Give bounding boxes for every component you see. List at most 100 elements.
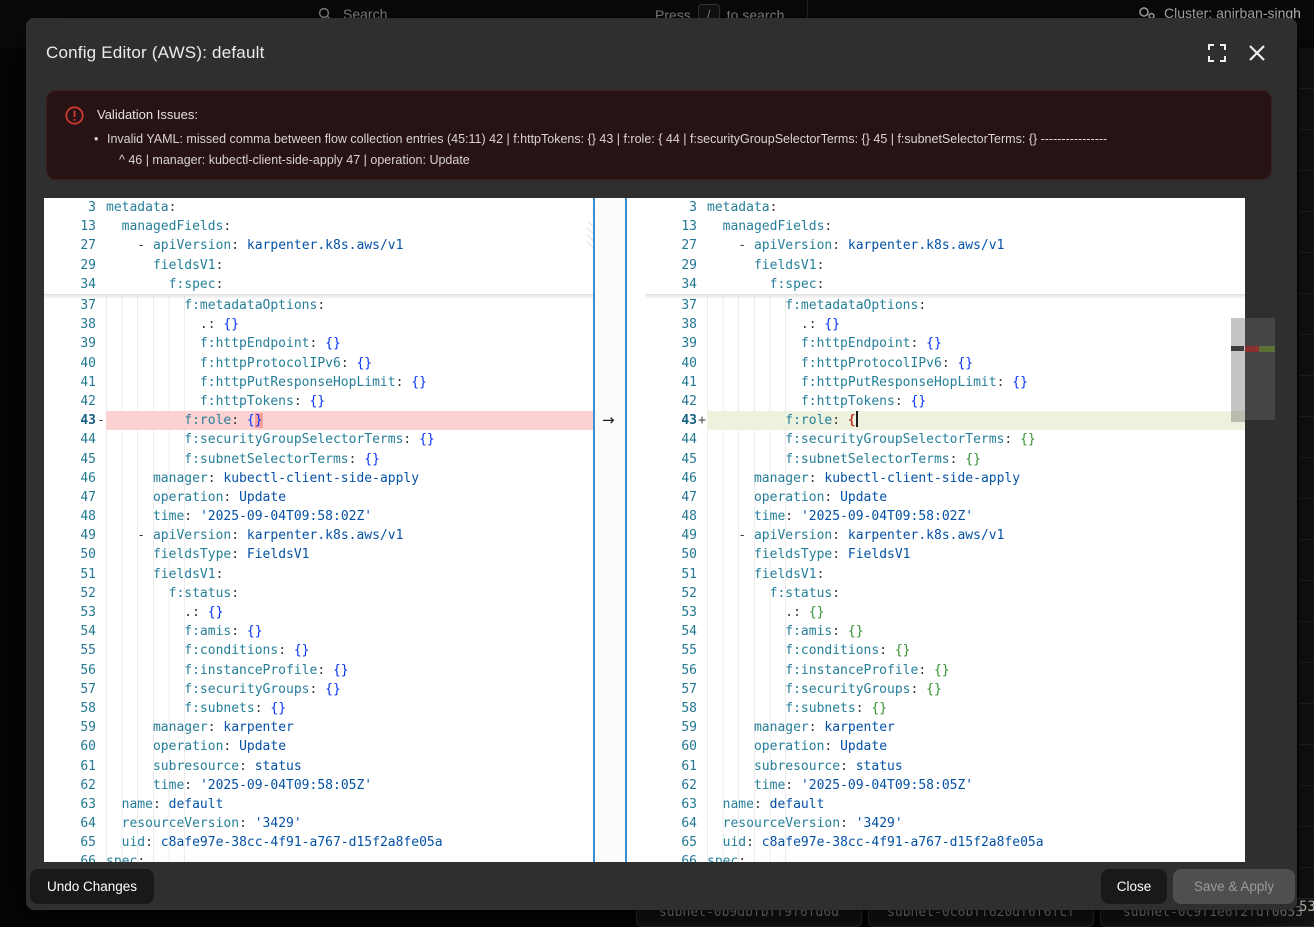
- code-line-left-46[interactable]: 46 manager: kubectl-client-side-apply: [44, 469, 610, 488]
- code-text[interactable]: f:httpPutResponseHopLimit: {}: [707, 373, 1245, 392]
- code-line-right-64[interactable]: 64 resourceVersion: '3429': [645, 814, 1245, 833]
- code-line-right-52[interactable]: 52 f:status:: [645, 584, 1245, 603]
- code-text[interactable]: f:metadataOptions:: [707, 296, 1245, 315]
- overview-ruler[interactable]: [1245, 198, 1275, 862]
- original-pane[interactable]: 37 f:metadataOptions:38 .: {}39 f:httpEn…: [44, 198, 610, 862]
- close-button[interactable]: Close: [1101, 869, 1167, 904]
- code-line-left-50[interactable]: 50 fieldsType: FieldsV1: [44, 545, 610, 564]
- code-text[interactable]: operation: Update: [707, 737, 1245, 756]
- code-line-right-57[interactable]: 57 f:securityGroups: {}: [645, 680, 1245, 699]
- code-text[interactable]: operation: Update: [106, 737, 610, 756]
- code-text[interactable]: time: '2025-09-04T09:58:02Z': [106, 507, 610, 526]
- code-line-right-42[interactable]: 42 f:httpTokens: {}: [645, 392, 1245, 411]
- code-text[interactable]: manager: kubectl-client-side-apply: [106, 469, 610, 488]
- code-text[interactable]: spec:: [106, 852, 610, 862]
- code-text[interactable]: time: '2025-09-04T09:58:05Z': [707, 776, 1245, 795]
- code-text[interactable]: f:status:: [707, 584, 1245, 603]
- code-text[interactable]: f:httpPutResponseHopLimit: {}: [106, 373, 610, 392]
- code-text[interactable]: .: {}: [106, 315, 610, 334]
- code-line-left-54[interactable]: 54 f:amis: {}: [44, 622, 610, 641]
- code-line-right-55[interactable]: 55 f:conditions: {}: [645, 641, 1245, 660]
- code-text[interactable]: manager: karpenter: [707, 718, 1245, 737]
- code-line-left-37[interactable]: 37 f:metadataOptions:: [44, 296, 610, 315]
- dialog-close-button[interactable]: [1248, 44, 1268, 64]
- code-text[interactable]: uid: c8afe97e-38cc-4f91-a767-d15f2a8fe05…: [707, 833, 1245, 852]
- code-line-right-41[interactable]: 41 f:httpPutResponseHopLimit: {}: [645, 373, 1245, 392]
- code-line-left-40[interactable]: 40 f:httpProtocolIPv6: {}: [44, 354, 610, 373]
- undo-changes-button[interactable]: Undo Changes: [30, 869, 154, 904]
- code-line-left-51[interactable]: 51 fieldsV1:: [44, 565, 610, 584]
- code-text[interactable]: f:subnetSelectorTerms: {}: [707, 450, 1245, 469]
- modified-code[interactable]: 37 f:metadataOptions:38 .: {}39 f:httpEn…: [645, 296, 1245, 862]
- revert-change-arrow-icon[interactable]: →: [602, 411, 615, 430]
- code-text[interactable]: spec:: [707, 852, 1245, 862]
- code-text[interactable]: f:httpProtocolIPv6: {}: [106, 354, 610, 373]
- code-line-left-55[interactable]: 55 f:conditions: {}: [44, 641, 610, 660]
- code-line-left-52[interactable]: 52 f:status:: [44, 584, 610, 603]
- code-line-left-59[interactable]: 59 manager: karpenter: [44, 718, 610, 737]
- code-text[interactable]: - apiVersion: karpenter.k8s.aws/v1: [707, 526, 1245, 545]
- save-apply-button-disabled[interactable]: Save & Apply: [1173, 869, 1295, 904]
- code-text[interactable]: name: default: [707, 795, 1245, 814]
- code-line-right-39[interactable]: 39 f:httpEndpoint: {}: [645, 334, 1245, 353]
- code-line-left-42[interactable]: 42 f:httpTokens: {}: [44, 392, 610, 411]
- code-text[interactable]: operation: Update: [707, 488, 1245, 507]
- code-line-right-38[interactable]: 38 .: {}: [645, 315, 1245, 334]
- code-text[interactable]: f:conditions: {}: [106, 641, 610, 660]
- code-text[interactable]: name: default: [106, 795, 610, 814]
- code-text[interactable]: fieldsType: FieldsV1: [707, 545, 1245, 564]
- overview-ruler-slider[interactable]: [1245, 318, 1275, 420]
- code-line-left-41[interactable]: 41 f:httpPutResponseHopLimit: {}: [44, 373, 610, 392]
- code-line-right-54[interactable]: 54 f:amis: {}: [645, 622, 1245, 641]
- code-text[interactable]: resourceVersion: '3429': [106, 814, 610, 833]
- code-text[interactable]: manager: karpenter: [106, 718, 610, 737]
- code-text[interactable]: f:amis: {}: [707, 622, 1245, 641]
- code-line-right-62[interactable]: 62 time: '2025-09-04T09:58:05Z': [645, 776, 1245, 795]
- code-line-left-45[interactable]: 45 f:subnetSelectorTerms: {}: [44, 450, 610, 469]
- code-text[interactable]: subresource: status: [106, 757, 610, 776]
- code-line-left-43[interactable]: 43- f:role: {}: [44, 411, 610, 430]
- code-line-left-58[interactable]: 58 f:subnets: {}: [44, 699, 610, 718]
- code-text[interactable]: fieldsV1:: [106, 565, 610, 584]
- code-line-left-38[interactable]: 38 .: {}: [44, 315, 610, 334]
- code-text[interactable]: time: '2025-09-04T09:58:05Z': [106, 776, 610, 795]
- code-line-right-60[interactable]: 60 operation: Update: [645, 737, 1245, 756]
- code-line-right-48[interactable]: 48 time: '2025-09-04T09:58:02Z': [645, 507, 1245, 526]
- code-line-right-59[interactable]: 59 manager: karpenter: [645, 718, 1245, 737]
- code-line-left-64[interactable]: 64 resourceVersion: '3429': [44, 814, 610, 833]
- code-line-left-65[interactable]: 65 uid: c8afe97e-38cc-4f91-a767-d15f2a8f…: [44, 833, 610, 852]
- code-text[interactable]: - apiVersion: karpenter.k8s.aws/v1: [106, 526, 610, 545]
- diff-editor[interactable]: 37 f:metadataOptions:38 .: {}39 f:httpEn…: [44, 198, 1245, 862]
- code-text[interactable]: f:securityGroupSelectorTerms: {}: [106, 430, 610, 449]
- code-line-left-66[interactable]: 66spec:: [44, 852, 610, 862]
- code-text[interactable]: fieldsV1:: [707, 565, 1245, 584]
- code-line-left-44[interactable]: 44 f:securityGroupSelectorTerms: {}: [44, 430, 610, 449]
- code-line-right-40[interactable]: 40 f:httpProtocolIPv6: {}: [645, 354, 1245, 373]
- code-text[interactable]: f:subnets: {}: [106, 699, 610, 718]
- code-text[interactable]: f:instanceProfile: {}: [106, 661, 610, 680]
- code-text[interactable]: f:status:: [106, 584, 610, 603]
- code-text[interactable]: f:instanceProfile: {}: [707, 661, 1245, 680]
- code-text[interactable]: .: {}: [707, 603, 1245, 622]
- code-line-right-56[interactable]: 56 f:instanceProfile: {}: [645, 661, 1245, 680]
- code-line-right-46[interactable]: 46 manager: kubectl-client-side-apply: [645, 469, 1245, 488]
- code-line-right-66[interactable]: 66spec:: [645, 852, 1245, 862]
- code-text[interactable]: f:httpTokens: {}: [106, 392, 610, 411]
- code-line-right-44[interactable]: 44 f:securityGroupSelectorTerms: {}: [645, 430, 1245, 449]
- code-line-right-45[interactable]: 45 f:subnetSelectorTerms: {}: [645, 450, 1245, 469]
- code-line-right-58[interactable]: 58 f:subnets: {}: [645, 699, 1245, 718]
- code-text[interactable]: f:httpTokens: {}: [707, 392, 1245, 411]
- code-text[interactable]: f:httpProtocolIPv6: {}: [707, 354, 1245, 373]
- code-line-left-60[interactable]: 60 operation: Update: [44, 737, 610, 756]
- code-line-right-47[interactable]: 47 operation: Update: [645, 488, 1245, 507]
- code-line-right-37[interactable]: 37 f:metadataOptions:: [645, 296, 1245, 315]
- code-line-right-65[interactable]: 65 uid: c8afe97e-38cc-4f91-a767-d15f2a8f…: [645, 833, 1245, 852]
- code-text[interactable]: f:httpEndpoint: {}: [106, 334, 610, 353]
- code-text[interactable]: f:subnets: {}: [707, 699, 1245, 718]
- code-line-right-63[interactable]: 63 name: default: [645, 795, 1245, 814]
- code-text[interactable]: f:securityGroups: {}: [106, 680, 610, 699]
- code-text[interactable]: f:subnetSelectorTerms: {}: [106, 450, 610, 469]
- code-line-right-50[interactable]: 50 fieldsType: FieldsV1: [645, 545, 1245, 564]
- code-text[interactable]: uid: c8afe97e-38cc-4f91-a767-d15f2a8fe05…: [106, 833, 610, 852]
- code-line-right-43[interactable]: 43+ f:role: {: [645, 411, 1245, 430]
